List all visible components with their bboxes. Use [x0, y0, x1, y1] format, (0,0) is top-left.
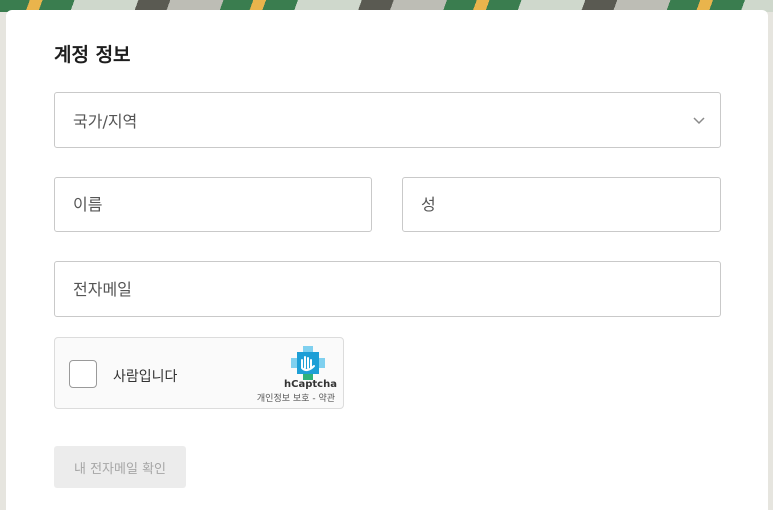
section-title: 계정 정보 — [54, 44, 131, 66]
hcaptcha-brand: hCaptcha — [284, 379, 337, 390]
links-separator: - — [312, 394, 316, 404]
captcha-checkbox-label: 사람입니다 — [113, 369, 178, 385]
email-input[interactable] — [54, 261, 721, 317]
captcha-checkbox[interactable] — [69, 360, 97, 388]
terms-link[interactable]: 약관 — [318, 394, 335, 404]
captcha-links: 개인정보 보호 - 약관 — [257, 391, 335, 404]
privacy-link[interactable]: 개인정보 보호 — [257, 394, 310, 404]
last-name-input[interactable] — [402, 177, 721, 232]
country-select-placeholder: 국가/지역 — [73, 112, 138, 131]
chevron-down-icon — [693, 117, 705, 125]
hcaptcha-logo-icon — [291, 346, 325, 380]
verify-email-button[interactable]: 내 전자메일 확인 — [54, 446, 186, 488]
hcaptcha-widget: 사람입니다 hCaptcha 개인정보 보호 - 약관 — [54, 337, 344, 409]
first-name-input[interactable] — [54, 177, 372, 232]
country-select[interactable]: 국가/지역 — [54, 92, 721, 148]
account-info-card: 계정 정보 국가/지역 사람입니다 hCaptcha 개인정보 보호 - 약관 … — [6, 10, 768, 510]
